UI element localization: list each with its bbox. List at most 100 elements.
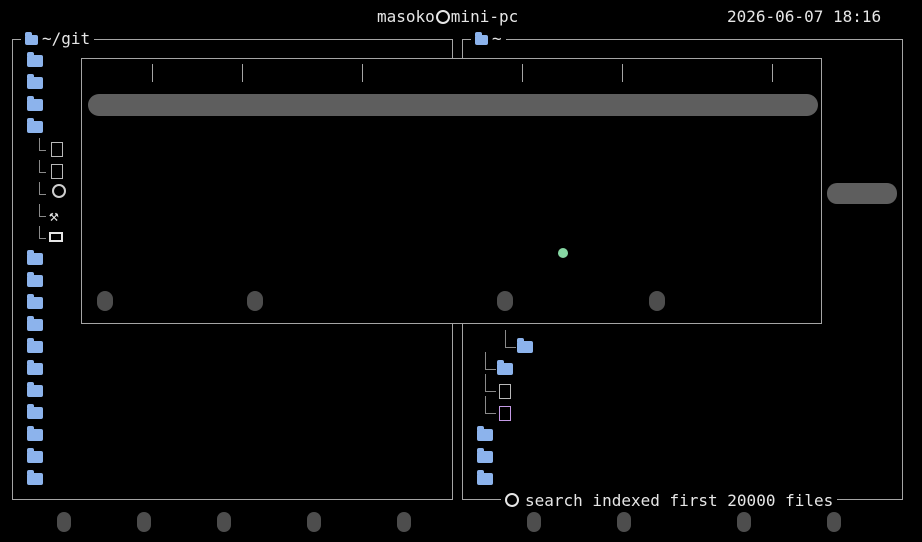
folder-icon	[27, 360, 43, 375]
shortcut-web[interactable]	[57, 512, 79, 538]
mount-status	[558, 248, 568, 270]
folder-icon	[497, 360, 513, 375]
shortcut-find[interactable]	[527, 512, 549, 538]
hint-key	[497, 291, 513, 311]
list-item[interactable]	[27, 314, 47, 336]
list-item[interactable]	[27, 72, 47, 94]
mount-row[interactable]	[88, 248, 818, 270]
folder-icon	[27, 316, 43, 331]
shortcut-key	[737, 512, 751, 532]
ubuntu-icon	[435, 10, 450, 24]
shortcut-key	[57, 512, 71, 532]
shortcut-help[interactable]	[737, 512, 759, 538]
mount-row[interactable]	[88, 204, 818, 226]
folder-icon	[27, 74, 43, 89]
shortcut-key	[527, 512, 541, 532]
list-item[interactable]	[27, 116, 47, 138]
hint-key	[649, 291, 665, 311]
readme-icon	[49, 232, 63, 242]
shortcut-key	[307, 512, 321, 532]
folder-icon	[27, 338, 43, 353]
shortcut-preview[interactable]	[617, 512, 639, 538]
tree-branch	[485, 352, 496, 370]
list-item[interactable]	[27, 94, 47, 116]
list-item[interactable]	[505, 330, 537, 358]
mount-row[interactable]	[88, 160, 818, 182]
mount-row[interactable]	[88, 138, 818, 160]
list-item[interactable]	[39, 160, 69, 182]
host-label: masoko mini-pc	[377, 6, 518, 28]
tree-branch	[39, 204, 46, 217]
list-item[interactable]	[477, 446, 497, 468]
list-item[interactable]	[39, 138, 69, 160]
tab-separator	[522, 64, 523, 82]
hint-key	[247, 291, 263, 311]
hint-item	[97, 291, 123, 313]
list-item[interactable]	[485, 396, 517, 424]
list-item[interactable]	[27, 468, 59, 490]
list-item[interactable]	[27, 270, 47, 292]
shortcut-key	[397, 512, 411, 532]
list-item[interactable]	[39, 182, 71, 204]
shortcut-key	[617, 512, 631, 532]
shortcut-key	[137, 512, 151, 532]
mount-row[interactable]	[88, 94, 818, 116]
list-item[interactable]	[485, 374, 517, 402]
list-item[interactable]	[27, 380, 47, 402]
shortcut-open-gui[interactable]	[397, 512, 419, 538]
shortcut-size[interactable]	[307, 512, 329, 538]
folder-icon	[27, 272, 43, 287]
shortcut-quit[interactable]	[827, 512, 849, 538]
tree-branch	[39, 138, 46, 151]
license-icon	[52, 184, 66, 198]
list-item[interactable]	[27, 50, 47, 72]
folder-icon	[27, 52, 43, 67]
mount-row[interactable]	[88, 182, 818, 204]
list-item[interactable]	[27, 402, 47, 424]
shortcut-edit[interactable]	[217, 512, 239, 538]
right-pane-title: ~	[471, 28, 506, 50]
file-icon	[51, 164, 63, 179]
scrollbar-thumb[interactable]	[827, 183, 897, 204]
list-item[interactable]	[27, 358, 47, 380]
pictures-folder-icon	[477, 448, 493, 463]
host-name: mini-pc	[450, 7, 519, 26]
home-folder-icon	[25, 32, 38, 45]
home-folder-icon	[475, 32, 488, 45]
folder-icon	[27, 448, 43, 463]
status-dot-icon	[558, 248, 568, 258]
music-folder-icon	[27, 404, 43, 419]
folder-icon	[27, 96, 43, 111]
folder-icon	[27, 118, 43, 133]
list-item[interactable]	[27, 446, 47, 468]
tree-branch	[505, 330, 516, 348]
list-item[interactable]	[27, 336, 47, 358]
folder-icon	[477, 470, 493, 485]
left-pane-title: ~/git	[21, 28, 95, 50]
shortcut-del[interactable]	[137, 512, 159, 538]
host-user: masoko	[377, 7, 435, 26]
mount-row[interactable]	[88, 116, 818, 138]
folder-icon	[477, 426, 493, 441]
tab-separator	[622, 64, 623, 82]
list-item[interactable]	[27, 248, 47, 270]
shortcut-key	[827, 512, 841, 532]
tab-separator	[772, 64, 773, 82]
list-item[interactable]	[477, 424, 497, 446]
remote-mounts-dialog[interactable]	[81, 58, 822, 324]
mount-row[interactable]	[88, 226, 818, 248]
list-item[interactable]	[27, 424, 47, 446]
image-file-icon	[499, 406, 511, 421]
search-indexed-label[interactable]: search indexed first 20000 files	[501, 490, 838, 512]
tree-branch	[39, 160, 46, 173]
list-item[interactable]	[485, 352, 517, 380]
tab-separator	[152, 64, 153, 82]
search-icon	[505, 493, 519, 507]
list-item[interactable]	[27, 292, 47, 314]
tab-separator	[242, 64, 243, 82]
list-item[interactable]	[39, 226, 69, 248]
list-item[interactable]	[477, 468, 507, 490]
list-item[interactable]: ⚒	[39, 204, 69, 226]
tab-separator	[362, 64, 363, 82]
folder-icon	[517, 338, 533, 353]
